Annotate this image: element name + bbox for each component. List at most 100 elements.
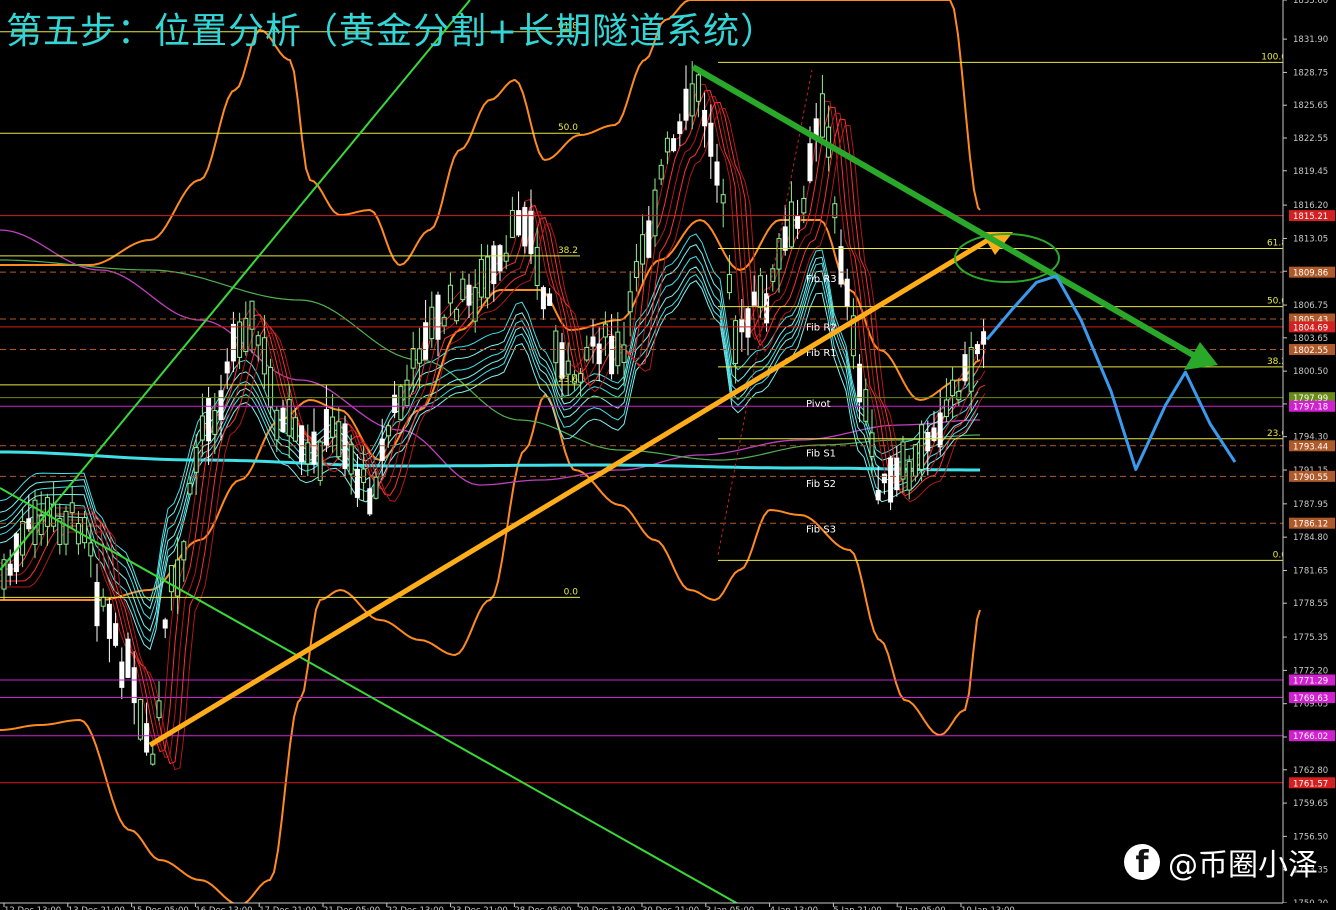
candle-body <box>652 189 658 237</box>
candle-body <box>795 215 801 229</box>
candle-body <box>522 207 528 247</box>
candle-body <box>968 347 974 392</box>
candle-body <box>578 373 584 383</box>
candle-body <box>181 541 187 561</box>
candle-body <box>838 246 844 285</box>
fast-ma-line-2 <box>0 89 986 753</box>
candle-body <box>739 318 745 333</box>
candle-body <box>757 275 763 308</box>
facebook-logo-icon: f <box>1124 844 1160 880</box>
x-tick-label: 16 Dec 13:00 <box>195 906 252 910</box>
candle-body <box>925 431 931 452</box>
channel-upper-line <box>0 0 471 571</box>
candle-body <box>497 245 503 272</box>
fast-ma-line-4 <box>0 101 986 765</box>
candle-body <box>912 444 918 477</box>
candle-body <box>435 294 441 340</box>
candle-body <box>869 432 875 457</box>
confluence-ellipse <box>954 233 1060 283</box>
candle-body <box>106 603 112 639</box>
uptrend-arrow-line <box>148 237 990 748</box>
candle-body <box>658 164 664 180</box>
price-tag-label: 1766.02 <box>1293 732 1328 742</box>
candle-body <box>466 284 472 306</box>
candle-body <box>621 344 627 363</box>
candle-body <box>199 415 205 441</box>
y-tick-label: 1800.50 <box>1293 367 1328 377</box>
candle-body <box>212 410 218 435</box>
candle-body <box>708 122 714 157</box>
price-tag-label: 1802.55 <box>1293 346 1328 356</box>
candle-body <box>187 482 193 495</box>
candle-body <box>950 379 956 397</box>
price-tag-label: 1761.57 <box>1293 779 1328 789</box>
candle-body <box>305 442 311 465</box>
candle-body <box>168 565 174 593</box>
x-tick-label: 17 Dec 21:00 <box>259 906 316 910</box>
candle-body <box>404 379 410 407</box>
candle-body <box>137 699 143 740</box>
y-tick-label: 1816.20 <box>1293 201 1328 211</box>
candle-body <box>330 416 336 438</box>
x-tick-label: 7 Jan 05:00 <box>897 906 945 910</box>
candle-body <box>423 322 429 360</box>
candle-body <box>981 331 987 345</box>
candle-body <box>100 596 106 607</box>
price-chart[interactable]: 61.850.038.223.60.0100.061.850.038.223.6… <box>0 0 1336 910</box>
candle-body <box>485 256 491 299</box>
x-tick-label: 28 Dec 05:00 <box>514 906 571 910</box>
candle-body <box>361 468 367 483</box>
candle-body <box>720 194 726 204</box>
candle-body <box>63 510 69 545</box>
candle-body <box>125 638 131 678</box>
candle-body <box>888 457 894 503</box>
x-tick-label: 15 Dec 05:00 <box>132 906 189 910</box>
candle-body <box>863 389 869 422</box>
candle-body <box>801 197 807 214</box>
candle-body <box>243 317 249 352</box>
chart-window: 61.8 50.0 38.2 23.6 0.0 100.0 61.8 50.0 38.2 23.6… <box>0 0 1336 910</box>
candle-body <box>664 137 670 153</box>
bollinger-lower-band <box>0 393 981 907</box>
candle-body <box>875 490 881 501</box>
x-tick-label: 30 Dec 21:00 <box>642 906 699 910</box>
candle-body <box>416 348 422 364</box>
x-tick-label: 12 Dec 13:00 <box>4 906 61 910</box>
price-tag-label: 1769.63 <box>1293 694 1328 704</box>
candle-body <box>677 121 683 134</box>
watermark-text: @币圈小泽 <box>1168 848 1318 883</box>
candle-body <box>82 517 88 544</box>
candle-body <box>962 354 968 382</box>
y-tick-label: 1778.55 <box>1293 599 1328 609</box>
candle-body <box>150 753 156 765</box>
candle-body <box>534 246 540 287</box>
candle-body <box>689 83 695 117</box>
candle-body <box>478 258 484 298</box>
candle-body <box>683 88 689 121</box>
y-tick-label: 1819.45 <box>1293 167 1328 177</box>
y-tick-label: 1828.75 <box>1293 68 1328 78</box>
x-tick-label: 22 Dec 13:00 <box>387 906 444 910</box>
fast-ma-line-3 <box>0 95 986 759</box>
candle-body <box>429 306 435 340</box>
candle-body <box>323 409 329 446</box>
y-tick-label: 1787.95 <box>1293 500 1328 510</box>
candle-body <box>261 337 267 375</box>
candle-body <box>540 287 546 310</box>
x-tick-label: 4 Jan 13:00 <box>770 906 818 910</box>
candle-body <box>602 323 608 338</box>
x-tick-label: 21 Dec 05:00 <box>323 906 380 910</box>
candle-body <box>726 274 732 294</box>
candle-body <box>764 293 770 324</box>
candle-body <box>528 210 534 255</box>
candle-body <box>702 109 708 127</box>
y-tick-label: 1835.60 <box>1293 0 1328 6</box>
candle-body <box>627 291 633 313</box>
candle-body <box>385 425 391 437</box>
x-tick-label: 5 Jan 21:00 <box>833 906 881 910</box>
price-tag-label: 1790.55 <box>1293 473 1328 483</box>
y-tick-label: 1822.55 <box>1293 134 1328 144</box>
candle-body <box>819 93 825 138</box>
candle-body <box>26 518 32 530</box>
y-tick-label: 1781.65 <box>1293 566 1328 576</box>
